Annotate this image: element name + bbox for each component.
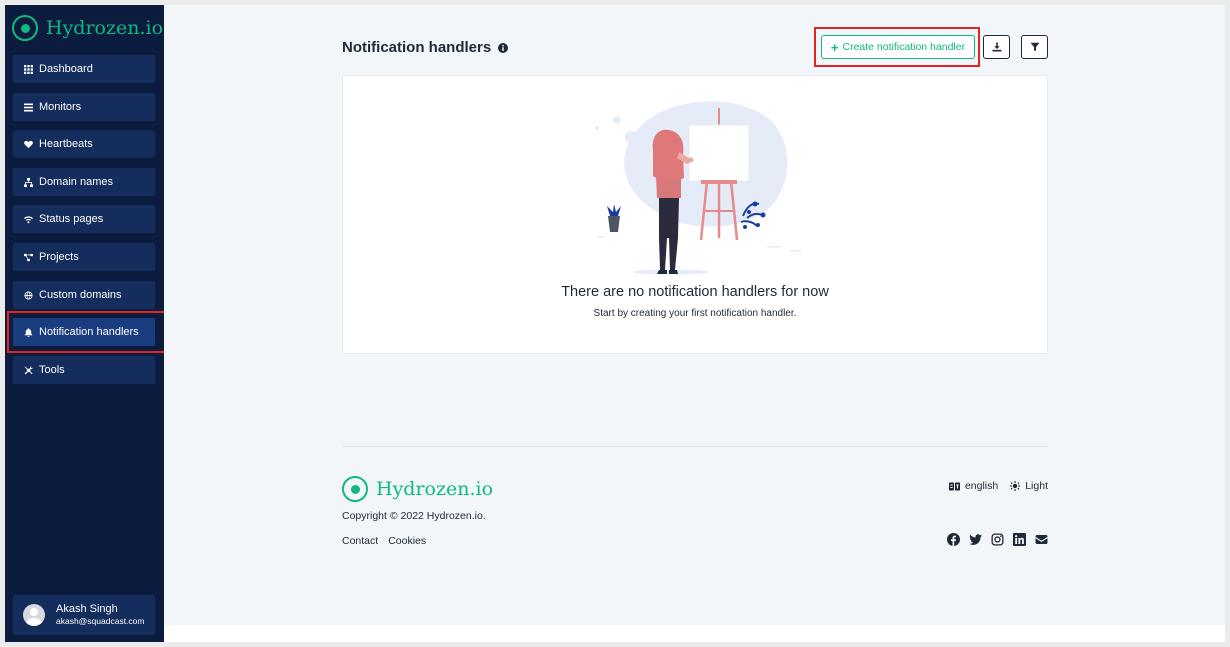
- social-links: [947, 533, 1048, 546]
- page-title: Notification handlers: [342, 39, 509, 56]
- filter-icon: [1030, 42, 1039, 52]
- export-button[interactable]: [983, 35, 1010, 59]
- list-icon: [24, 103, 33, 111]
- instagram-icon[interactable]: [991, 533, 1004, 546]
- contact-link[interactable]: Contact: [342, 535, 378, 547]
- network-icon: [24, 177, 33, 187]
- empty-state-title: There are no notification handlers for n…: [561, 284, 829, 300]
- annotation-highlight-sidebar: [7, 311, 174, 353]
- language-icon: [948, 482, 960, 490]
- main-content: Notification handlers + Create notificat…: [164, 5, 1225, 625]
- annotation-highlight-create: [814, 27, 980, 67]
- language-selector[interactable]: english: [948, 480, 999, 492]
- user-info: Akash Singh akash@squadcast.com: [56, 603, 144, 626]
- empty-state-illustration: [595, 101, 801, 275]
- project-diagram-icon: [24, 253, 33, 261]
- footer-divider: [342, 446, 1048, 447]
- sidebar-item-domain-names[interactable]: Domain names: [13, 168, 155, 196]
- download-icon: [992, 42, 1001, 52]
- user-email: akash@squadcast.com: [56, 616, 145, 627]
- theme-toggle[interactable]: Light: [1010, 480, 1048, 492]
- theme-label: Light: [1025, 480, 1048, 492]
- language-label: english: [964, 480, 999, 492]
- sun-icon: [1010, 481, 1021, 491]
- filter-button[interactable]: [1021, 35, 1048, 59]
- footer-logo[interactable]: Hydrozen.io: [342, 476, 493, 502]
- info-icon[interactable]: [498, 42, 509, 53]
- sidebar-item-label: Custom domains: [39, 289, 122, 301]
- logo-text: Hydrozen.io: [46, 17, 164, 39]
- sidebar-item-label: Heartbeats: [39, 138, 93, 150]
- sidebar-item-label: Domain names: [39, 176, 113, 188]
- page-title-text: Notification handlers: [342, 39, 492, 56]
- heartbeat-icon: [24, 140, 33, 148]
- copyright-text: Copyright © 2022 Hydrozen.io.: [342, 510, 486, 522]
- footer-links: Contact Cookies: [342, 535, 426, 547]
- cookies-link[interactable]: Cookies: [388, 535, 426, 547]
- logo-ring-icon: [12, 15, 38, 41]
- sidebar-item-label: Dashboard: [39, 63, 93, 75]
- globe-icon: [24, 290, 33, 300]
- twitter-icon[interactable]: [969, 533, 982, 546]
- sidebar-item-monitors[interactable]: Monitors: [13, 93, 155, 121]
- avatar: [23, 604, 45, 626]
- envelope-icon[interactable]: [1035, 533, 1048, 546]
- sidebar-item-custom-domains[interactable]: Custom domains: [13, 281, 155, 309]
- user-name: Akash Singh: [56, 603, 118, 616]
- sidebar-item-label: Tools: [39, 364, 65, 376]
- sidebar-item-tools[interactable]: Tools: [13, 356, 155, 384]
- footer-preferences: english Light: [948, 480, 1048, 492]
- empty-state-subtitle: Start by creating your first notificatio…: [593, 308, 797, 319]
- grid-icon: [24, 64, 33, 74]
- linkedin-icon[interactable]: [1013, 533, 1026, 546]
- sidebar-item-projects[interactable]: Projects: [13, 243, 155, 271]
- app-window: Hydrozen.io Dashboard Monitors Heartbeat…: [5, 5, 1225, 642]
- bottom-strip: [164, 625, 1225, 642]
- user-profile[interactable]: Akash Singh akash@squadcast.com: [13, 595, 155, 635]
- wifi-icon: [24, 215, 33, 223]
- sidebar-item-status-pages[interactable]: Status pages: [13, 205, 155, 233]
- sidebar-item-heartbeats[interactable]: Heartbeats: [13, 130, 155, 158]
- sidebar-item-dashboard[interactable]: Dashboard: [13, 55, 155, 83]
- footer-logo-text: Hydrozen.io: [376, 478, 494, 500]
- sidebar-item-label: Status pages: [39, 213, 104, 225]
- facebook-icon[interactable]: [947, 533, 960, 546]
- empty-state-card: There are no notification handlers for n…: [342, 75, 1048, 354]
- sidebar-item-label: Monitors: [39, 101, 82, 113]
- sidebar-logo[interactable]: Hydrozen.io: [12, 15, 163, 41]
- logo-ring-icon: [342, 476, 368, 502]
- tools-icon: [24, 365, 33, 374]
- sidebar-item-label: Projects: [39, 251, 79, 263]
